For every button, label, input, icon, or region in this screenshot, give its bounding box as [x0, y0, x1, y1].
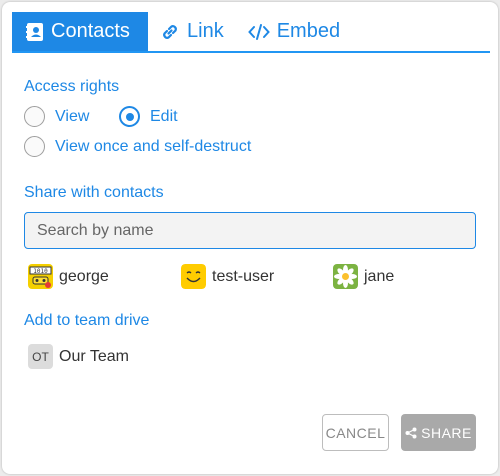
contact-test-user[interactable]: test-user	[181, 264, 274, 289]
radio-view[interactable]	[24, 106, 45, 127]
contact-name: test-user	[212, 267, 275, 285]
contact-name: jane	[364, 267, 395, 285]
code-icon	[247, 23, 270, 40]
tab-embed[interactable]: Embed	[236, 12, 352, 51]
team-avatar: OT	[28, 344, 53, 369]
access-option-view-once[interactable]: View once and self-destruct	[24, 136, 251, 157]
svg-text:1010: 1010	[33, 268, 48, 275]
team-our-team[interactable]: OT Our Team	[28, 344, 129, 369]
contact-name: george	[59, 267, 109, 285]
share-button[interactable]: SHARE	[401, 414, 476, 451]
share-dialog: Contacts Link Embed Access rights View E…	[2, 2, 498, 474]
radio-edit[interactable]	[119, 106, 140, 127]
radio-view-once[interactable]	[24, 136, 45, 157]
binary-robot-avatar: 1010	[28, 264, 53, 289]
contact-george[interactable]: 1010 george	[28, 264, 109, 289]
access-rights-heading: Access rights	[24, 78, 120, 95]
access-option-view-once-label: View once and self-destruct	[55, 137, 252, 155]
share-tabs: Contacts Link Embed	[12, 12, 490, 53]
tab-embed-label: Embed	[276, 20, 341, 42]
contact-jane[interactable]: jane	[333, 264, 394, 289]
tab-contacts-label: Contacts	[51, 20, 130, 42]
tab-contacts[interactable]: Contacts	[12, 12, 148, 51]
add-to-team-drive-heading: Add to team drive	[24, 312, 150, 329]
share-button-label: SHARE	[421, 424, 472, 441]
tab-link[interactable]: Link	[148, 12, 236, 51]
access-option-view-label: View	[55, 107, 90, 125]
link-icon	[163, 24, 177, 39]
access-option-edit-label: Edit	[150, 107, 178, 125]
team-name: Our Team	[59, 347, 129, 365]
tab-link-label: Link	[187, 20, 224, 42]
share-icon	[405, 427, 417, 438]
share-with-contacts-heading: Share with contacts	[24, 184, 164, 201]
contact-card-icon	[26, 22, 43, 41]
cancel-button[interactable]: CANCEL	[322, 414, 389, 451]
daisy-avatar	[333, 264, 358, 289]
smiley-avatar	[181, 264, 206, 289]
access-option-view[interactable]: View	[24, 106, 89, 127]
search-input[interactable]	[24, 212, 476, 249]
access-option-edit[interactable]: Edit	[119, 106, 178, 127]
